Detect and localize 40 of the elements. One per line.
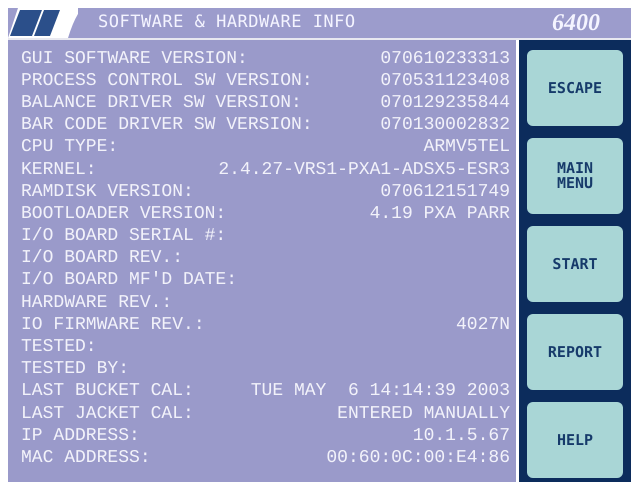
info-label: TESTED: <box>21 336 97 360</box>
menu-button[interactable]: ESCAPE <box>527 50 623 126</box>
info-label: PROCESS CONTROL SW VERSION: <box>21 70 313 93</box>
info-label: MAC ADDRESS: <box>21 446 151 470</box>
info-value: TUE MAY 6 14:14:39 2003 <box>250 380 510 404</box>
info-value: 070129235844 <box>380 92 510 115</box>
info-label: HARDWARE REV.: <box>21 292 172 315</box>
info-label: I/O BOARD MF'D DATE: <box>21 269 238 292</box>
menu-button[interactable]: MAIN MENU <box>527 138 623 214</box>
menu-button[interactable]: REPORT <box>527 314 623 390</box>
info-value: 00:60:0C:00:E4:86 <box>326 446 510 470</box>
info-label: I/O BOARD SERIAL #: <box>21 225 226 248</box>
info-value: 070610233313 <box>380 48 510 71</box>
info-label: IP ADDRESS: <box>21 424 140 448</box>
logo-icon <box>8 8 78 38</box>
info-label: KERNEL: <box>21 158 97 182</box>
info-label: BOOTLOADER VERSION: <box>21 202 226 226</box>
model-number: 6400 <box>551 9 601 38</box>
screen-title: SOFTWARE & HARDWARE INFO <box>98 11 356 34</box>
info-label: LAST JACKET CAL: <box>21 402 194 426</box>
info-label: TESTED BY: <box>21 358 130 382</box>
info-label: BALANCE DRIVER SW VERSION: <box>21 92 302 115</box>
info-value: 4027N <box>456 314 510 337</box>
info-value: 070612151749 <box>380 180 510 204</box>
info-value: 10.1.5.67 <box>412 424 510 448</box>
menu-button[interactable]: START <box>527 226 623 302</box>
info-value: 2.4.27-VRS1-PXA1-ADSX5-ESR3 <box>218 158 510 182</box>
info-value: ARMV5TEL <box>424 136 510 160</box>
info-label: CPU TYPE: <box>21 136 118 160</box>
info-label: BAR CODE DRIVER SW VERSION: <box>21 114 313 138</box>
info-label: RAMDISK VERSION: <box>21 180 194 204</box>
info-value: 070130002832 <box>380 114 510 138</box>
menu-button[interactable]: HELP <box>527 402 623 478</box>
info-value: ENTERED MANUALLY <box>337 402 510 426</box>
info-label: LAST BUCKET CAL: <box>21 380 194 404</box>
info-value: 4.19 PXA PARR <box>370 202 510 226</box>
info-label: GUI SOFTWARE VERSION: <box>21 48 248 71</box>
info-label: I/O BOARD REV.: <box>21 247 184 270</box>
info-value: 070531123408 <box>380 70 510 93</box>
info-label: IO FIRMWARE REV.: <box>21 314 205 337</box>
